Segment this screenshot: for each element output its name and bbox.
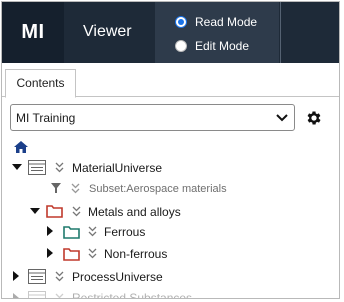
- caret-down-icon[interactable]: [30, 206, 40, 216]
- filter-icon: [51, 183, 61, 193]
- tab-contents[interactable]: Contents: [5, 69, 76, 98]
- tree-label-material-universe: MaterialUniverse: [72, 161, 163, 175]
- app-title: Viewer: [83, 23, 132, 40]
- double-chevron-icon: [88, 226, 97, 237]
- chevron-down-icon: [276, 114, 288, 122]
- header-divider: [280, 2, 281, 63]
- header-bar: MI Viewer Read Mode Edit Mode: [2, 2, 339, 63]
- double-chevron-icon: [55, 271, 64, 282]
- edit-mode-radio[interactable]: Edit Mode: [175, 38, 249, 54]
- folder-icon: [46, 205, 63, 218]
- tree-label-metals-and-alloys: Metals and alloys: [88, 205, 181, 219]
- caret-right-icon[interactable]: [45, 248, 55, 258]
- caret-down-icon[interactable]: [12, 162, 22, 172]
- read-mode-radio[interactable]: Read Mode: [175, 14, 257, 30]
- tree-label-restricted-substances: Restricted Substances: [72, 291, 193, 299]
- radio-button-checked[interactable]: [175, 16, 187, 28]
- caret-right-icon[interactable]: [11, 271, 21, 281]
- folder-icon: [63, 248, 80, 261]
- tree-label-subset: Subset:Aerospace materials: [89, 183, 227, 195]
- home-icon[interactable]: [14, 141, 28, 153]
- double-chevron-icon: [88, 248, 97, 259]
- edit-mode-label: Edit Mode: [195, 39, 250, 53]
- table-icon: [28, 291, 46, 298]
- double-chevron-icon: [55, 293, 64, 298]
- table-icon: [28, 269, 46, 284]
- app-logo: MI: [2, 2, 64, 63]
- double-chevron-icon: [71, 183, 80, 194]
- caret-right-icon[interactable]: [11, 293, 21, 299]
- double-chevron-icon: [72, 206, 81, 217]
- tree-label-process-universe: ProcessUniverse: [72, 270, 163, 284]
- table-icon: [28, 160, 46, 175]
- tree-label-ferrous: Ferrous: [104, 225, 146, 239]
- read-mode-label: Read Mode: [195, 15, 258, 29]
- double-chevron-icon: [55, 162, 64, 173]
- database-select[interactable]: MI Training: [10, 104, 295, 131]
- app-window: MI Viewer Read Mode Edit Mode Contents M…: [1, 1, 340, 299]
- folder-icon: [63, 226, 80, 239]
- database-select-value: MI Training: [16, 110, 76, 125]
- mode-radio-group: Read Mode Edit Mode: [155, 2, 279, 63]
- gear-icon[interactable]: [305, 109, 323, 127]
- caret-right-icon[interactable]: [45, 226, 55, 236]
- tree-label-non-ferrous: Non-ferrous: [104, 247, 168, 261]
- tab-strip: Contents: [2, 63, 339, 98]
- radio-button-unchecked[interactable]: [175, 40, 187, 52]
